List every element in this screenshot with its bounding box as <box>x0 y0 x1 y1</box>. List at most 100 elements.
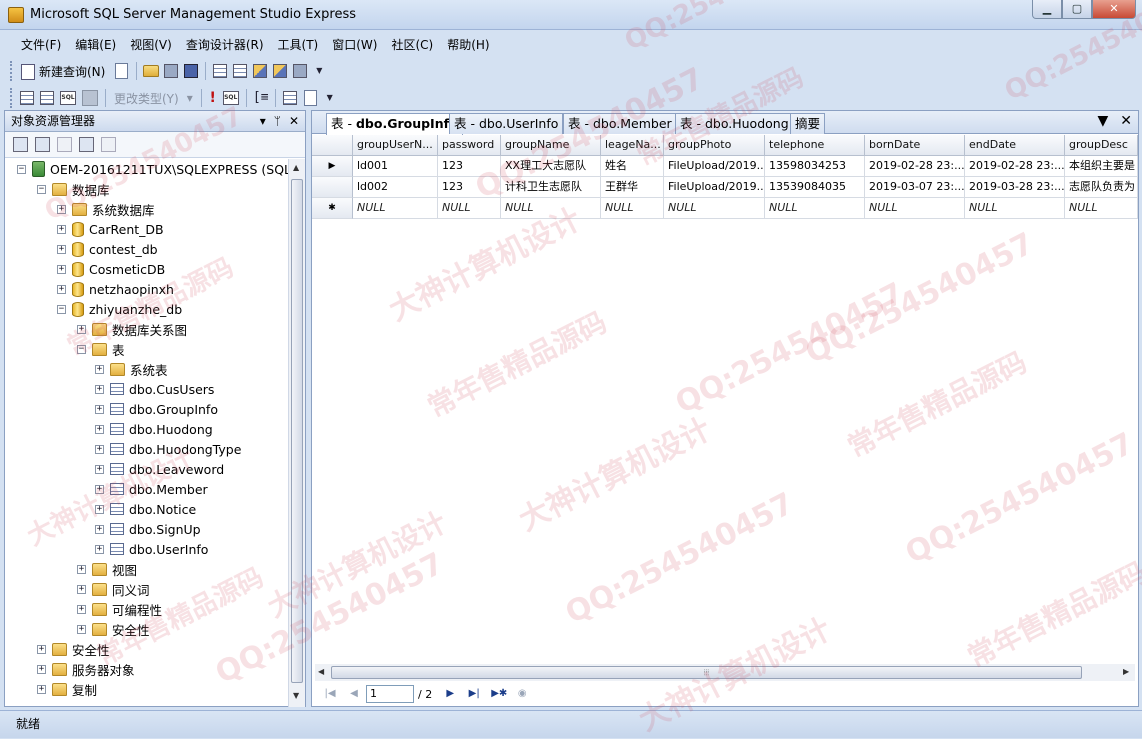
refresh-icon[interactable] <box>79 137 94 152</box>
expand-icon[interactable]: + <box>77 604 86 614</box>
grid-horizontal-scrollbar[interactable]: ◀ ⦙⦙⦙ ▶ <box>315 664 1135 681</box>
grid-cell[interactable]: FileUpload/2019... <box>664 156 765 177</box>
filter-icon[interactable] <box>101 137 116 152</box>
tab-dbomember[interactable]: 表 - dbo.Member <box>563 113 677 134</box>
show-sql-pane-icon[interactable]: SQL <box>60 91 76 105</box>
scroll-down-icon[interactable]: ▼ <box>293 691 299 700</box>
expand-icon[interactable]: + <box>57 264 66 274</box>
grid-cell[interactable]: 13539084035 <box>765 177 865 198</box>
expand-icon[interactable]: + <box>95 504 104 514</box>
connect-icon[interactable] <box>13 137 28 152</box>
row-selector[interactable]: ✱ <box>312 198 353 219</box>
execute-sql-icon[interactable]: ! <box>208 89 218 107</box>
table-row[interactable]: ▶ ld001 123 XX理工大志愿队 姓名 FileUpload/2019... 135… <box>312 156 1138 177</box>
expand-icon[interactable]: + <box>95 444 104 454</box>
stop-record-icon[interactable]: ◉ <box>515 687 529 701</box>
tree-node[interactable]: + 同义词 <box>77 579 150 599</box>
grid-cell[interactable]: NULL <box>965 198 1065 219</box>
object-explorer-icon[interactable] <box>233 64 248 78</box>
tab-dbogroupinfo[interactable]: 表 - dbo.GroupInfo <box>326 113 463 135</box>
menu-tools[interactable]: 工具(T) <box>271 36 326 53</box>
new-record-icon[interactable]: ▶✱ <box>491 687 507 701</box>
grid-cell[interactable]: 计科卫生志愿队 <box>501 177 601 198</box>
add-table-icon[interactable] <box>282 91 297 105</box>
column-header[interactable]: leageNa... <box>601 135 664 156</box>
row-selector[interactable] <box>312 177 353 198</box>
grid-cell[interactable]: 姓名 <box>601 156 664 177</box>
tree-vertical-scrollbar[interactable]: ▲ ▼ <box>288 159 305 707</box>
tree-node[interactable]: + netzhaopinxh <box>57 279 174 299</box>
current-record-input[interactable]: 1 <box>366 685 414 703</box>
tree-node[interactable]: + 视图 <box>77 559 137 579</box>
expand-icon[interactable]: + <box>77 624 86 634</box>
collapse-icon[interactable]: − <box>37 184 46 194</box>
tree-node[interactable]: + dbo.Member <box>95 479 208 499</box>
grid-cell[interactable]: NULL <box>501 198 601 219</box>
expand-icon[interactable]: + <box>95 464 104 474</box>
new-derived-table-icon[interactable] <box>303 90 317 106</box>
tree-node[interactable]: + 数据库关系图 <box>77 319 187 339</box>
tree-node[interactable]: + CosmeticDB <box>57 259 165 279</box>
tab-list-dropdown-icon[interactable]: ▼ <box>1097 113 1108 129</box>
tree-node[interactable]: − zhiyuanzhe_db <box>57 299 182 319</box>
toolbar-grip[interactable] <box>10 61 13 81</box>
grid-cell[interactable]: NULL <box>353 198 438 219</box>
panel-dropdown-icon[interactable]: ▾ <box>260 111 266 131</box>
summary-icon[interactable] <box>273 64 288 78</box>
close-button[interactable]: ✕ <box>1092 0 1136 19</box>
grid-cell[interactable]: 13598034253 <box>765 156 865 177</box>
verify-sql-icon[interactable]: SQL <box>222 91 239 105</box>
row-selector[interactable]: ▶ <box>312 156 353 177</box>
grid-cell[interactable]: 2019-02-28 23:... <box>965 156 1065 177</box>
expand-icon[interactable]: + <box>95 404 104 414</box>
scroll-left-icon[interactable]: ◀ <box>318 667 324 676</box>
expand-icon[interactable]: + <box>77 324 86 334</box>
save-all-icon[interactable] <box>184 64 199 78</box>
grid-cell[interactable]: ld002 <box>353 177 438 198</box>
close-panel-icon[interactable]: ✕ <box>289 111 299 131</box>
expand-icon[interactable]: + <box>95 384 104 394</box>
tree-node[interactable]: − 数据库 <box>37 179 110 199</box>
tree-node[interactable]: + CarRent_DB <box>57 219 164 239</box>
collapse-icon[interactable]: − <box>57 304 66 314</box>
grid-cell[interactable]: NULL <box>865 198 965 219</box>
expand-icon[interactable]: + <box>95 544 104 554</box>
column-header[interactable]: groupDesc <box>1065 135 1138 156</box>
expand-icon[interactable]: + <box>37 644 46 654</box>
registered-servers-icon[interactable] <box>213 64 228 78</box>
tree-node[interactable]: + 复制 <box>37 679 97 699</box>
menu-query-designer[interactable]: 查询设计器(R) <box>179 36 271 53</box>
tab-dbouserinfo[interactable]: 表 - dbo.UserInfo <box>449 113 564 134</box>
collapse-icon[interactable]: − <box>77 344 86 354</box>
toolbar-grip[interactable] <box>10 88 13 108</box>
column-header[interactable]: groupName <box>501 135 601 156</box>
show-results-pane-icon[interactable] <box>82 90 98 106</box>
menu-help[interactable]: 帮助(H) <box>440 36 496 53</box>
expand-icon[interactable]: + <box>57 284 66 294</box>
show-diagram-pane-icon[interactable] <box>20 91 34 105</box>
grid-cell[interactable]: 2019-03-28 23:... <box>965 177 1065 198</box>
tree-node[interactable]: + dbo.CusUsers <box>95 379 214 399</box>
first-record-icon[interactable]: |◀ <box>323 687 337 701</box>
maximize-button[interactable]: ▢ <box>1062 0 1092 19</box>
expand-icon[interactable]: + <box>57 244 66 254</box>
table-row[interactable]: ld002 123 计科卫生志愿队 王群华 FileUpload/2019... 1353… <box>312 177 1138 198</box>
expand-icon[interactable]: + <box>37 684 46 694</box>
toolbar-overflow-icon[interactable]: ▼ <box>325 89 335 107</box>
tree-node[interactable]: + 服务器对象 <box>37 659 135 679</box>
tree-node[interactable]: + contest_db <box>57 239 158 259</box>
tree-node[interactable]: − 表 <box>77 339 125 359</box>
column-header[interactable]: password <box>438 135 501 156</box>
menu-edit[interactable]: 编辑(E) <box>68 36 123 53</box>
tree-node[interactable]: + dbo.UserInfo <box>95 539 208 559</box>
expand-icon[interactable]: + <box>37 664 46 674</box>
tree-node[interactable]: + dbo.Huodong <box>95 419 213 439</box>
tab-dbohuodong[interactable]: 表 - dbo.Huodong <box>675 113 794 134</box>
menu-window[interactable]: 窗口(W) <box>325 36 384 53</box>
change-type-dropdown[interactable]: 更改类型(Y) <box>110 90 183 107</box>
open-folder-icon[interactable] <box>143 65 160 77</box>
new-file-icon[interactable] <box>115 63 129 79</box>
group-by-icon[interactable]: [≡ <box>253 89 269 107</box>
tree-node[interactable]: + dbo.HuodongType <box>95 439 241 459</box>
grid-cell[interactable]: FileUpload/2019... <box>664 177 765 198</box>
